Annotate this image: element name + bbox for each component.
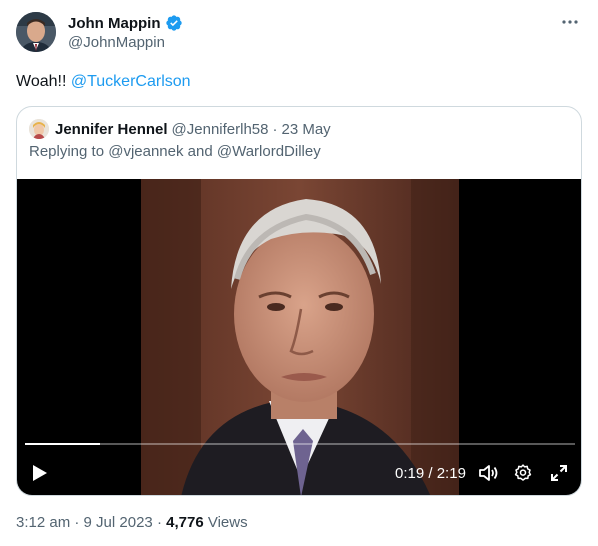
reply-user-link[interactable]: @WarlordDilley (217, 143, 321, 160)
reply-user-link[interactable]: @vjeannek (108, 143, 183, 160)
reply-and-label: and (187, 143, 213, 160)
quoted-author-avatar[interactable] (29, 119, 49, 139)
tweet-meta: 3:12 am · 9 Jul 2023 · 4,776 Views (16, 514, 248, 531)
dot-separator: · (74, 514, 80, 531)
settings-icon[interactable] (511, 461, 535, 485)
replying-to: Replying to @vjeannek and @WarlordDilley (29, 143, 321, 160)
time-separator: / (428, 465, 433, 482)
post-date[interactable]: 9 Jul 2023 (84, 514, 153, 531)
author-name[interactable]: John Mappin (68, 15, 161, 32)
play-icon[interactable] (29, 461, 51, 485)
quoted-author-name[interactable]: Jennifer Hennel (55, 121, 168, 138)
video-frame (141, 179, 459, 495)
tweet-header: John Mappin @JohnMappin (16, 12, 582, 54)
video-player[interactable]: 0:19 / 2:19 (17, 179, 581, 495)
tweet-text: Woah!! @TuckerCarlson (16, 72, 191, 92)
fullscreen-icon[interactable] (547, 461, 571, 485)
tweet-body: Woah!! (16, 73, 67, 90)
quoted-author-handle[interactable]: @Jenniferlh58 (172, 121, 269, 138)
replying-to-label: Replying to (29, 143, 105, 160)
video-progress-fill (25, 443, 101, 445)
more-options-icon[interactable] (558, 12, 582, 32)
total-time: 2:19 (436, 465, 466, 482)
volume-icon[interactable] (477, 461, 501, 485)
quoted-tweet[interactable]: Jennifer Hennel @Jenniferlh58 · 23 May R… (16, 106, 582, 496)
post-time[interactable]: 3:12 am (16, 514, 70, 531)
author-handle[interactable]: @JohnMappin (68, 34, 165, 51)
video-time: 0:19 / 2:19 (395, 465, 466, 482)
verified-badge-icon (165, 14, 183, 32)
dot-separator: · (272, 120, 278, 138)
video-progress-bar[interactable] (25, 443, 575, 445)
views-count: 4,776 (166, 514, 204, 531)
author-avatar[interactable] (16, 12, 56, 52)
quoted-date[interactable]: 23 May (281, 121, 330, 138)
current-time: 0:19 (395, 465, 425, 482)
dot-separator: · (156, 514, 162, 531)
views-label: Views (207, 514, 248, 531)
tweet-mention-link[interactable]: @TuckerCarlson (71, 73, 191, 90)
